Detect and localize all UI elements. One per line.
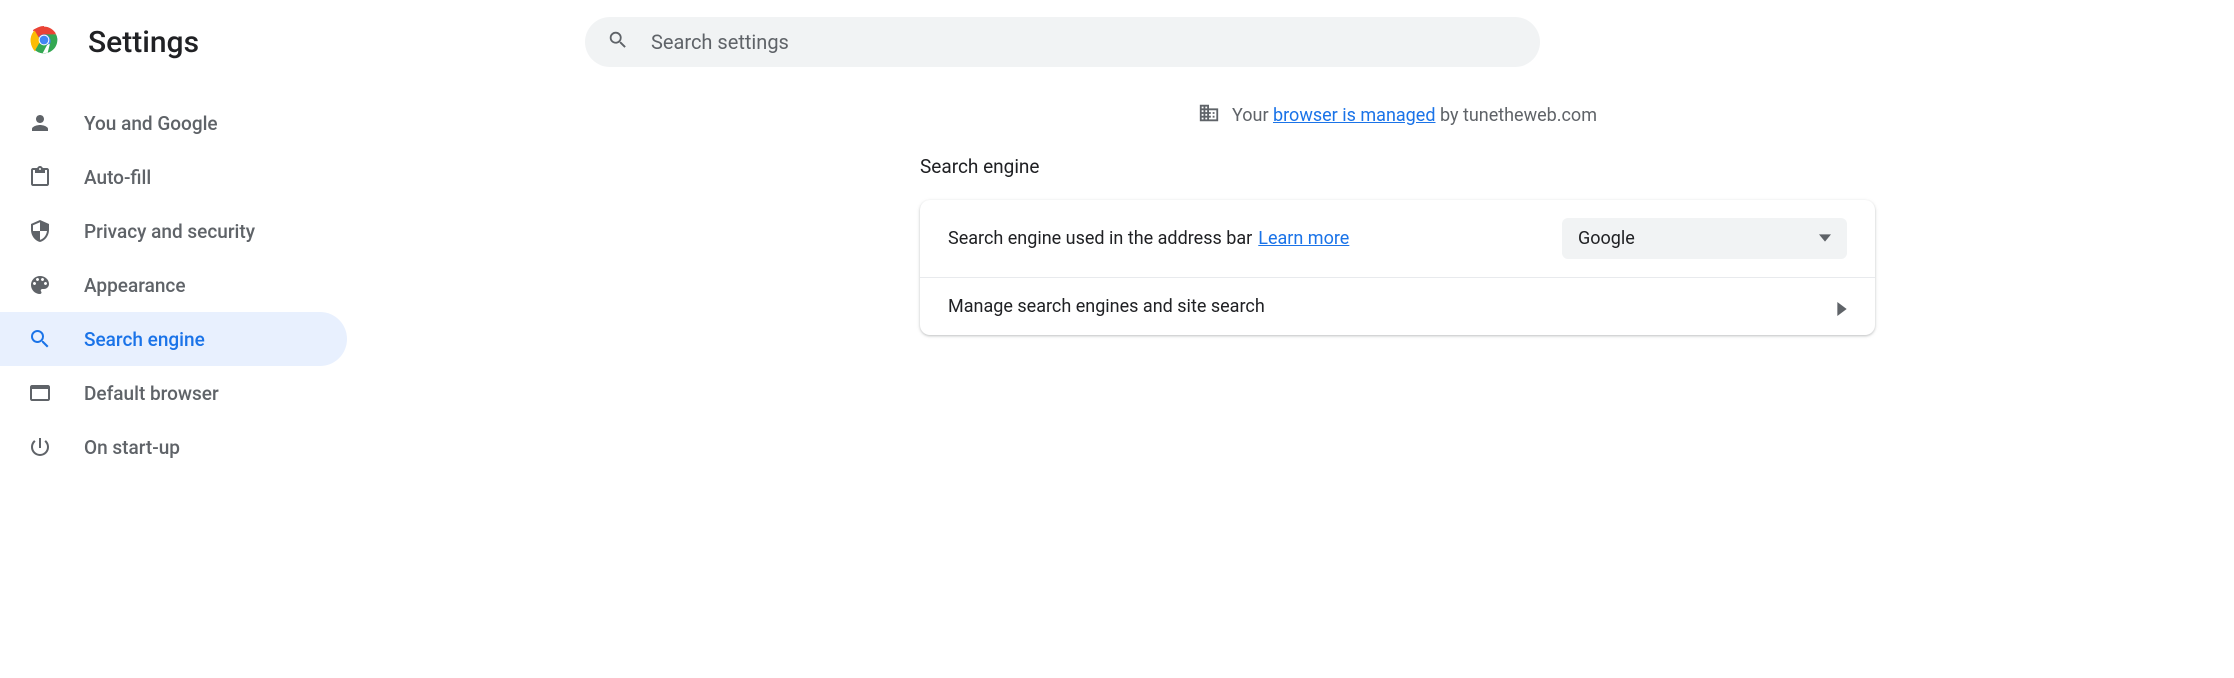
search-engine-card: Search engine used in the address bar Le…: [920, 200, 1875, 335]
sidebar-item-label: You and Google: [84, 112, 218, 135]
sidebar-item-label: Search engine: [84, 328, 205, 351]
chevron-right-icon: [1837, 300, 1847, 314]
shield-icon: [28, 219, 52, 243]
managed-text: Your browser is managed by tunetheweb.co…: [1232, 105, 1597, 126]
dropdown-value: Google: [1578, 228, 1635, 249]
learn-more-link[interactable]: Learn more: [1258, 228, 1349, 249]
sidebar-item-label: Default browser: [84, 382, 219, 405]
sidebar-item-label: On start-up: [84, 436, 180, 459]
manage-search-engines-row[interactable]: Manage search engines and site search: [920, 278, 1875, 335]
sidebar-item-appearance[interactable]: Appearance: [0, 258, 347, 312]
sidebar-item-label: Appearance: [84, 274, 186, 297]
settings-header: Settings: [0, 0, 355, 84]
clipboard-icon: [28, 165, 52, 189]
power-icon: [28, 435, 52, 459]
browser-managed-link[interactable]: browser is managed: [1273, 105, 1435, 126]
chrome-logo-icon: [28, 24, 60, 60]
search-icon: [607, 29, 629, 55]
row-label: Manage search engines and site search: [948, 296, 1265, 317]
search-engine-row: Search engine used in the address bar Le…: [920, 200, 1875, 278]
chevron-down-icon: [1819, 228, 1831, 249]
sidebar-item-privacy[interactable]: Privacy and security: [0, 204, 347, 258]
person-icon: [28, 111, 52, 135]
settings-sidebar: You and Google Auto-fill Privacy and sec…: [0, 84, 355, 474]
sidebar-item-you-and-google[interactable]: You and Google: [0, 96, 347, 150]
palette-icon: [28, 273, 52, 297]
managed-banner: Your browser is managed by tunetheweb.co…: [920, 84, 1875, 147]
row-label: Search engine used in the address bar: [948, 228, 1252, 249]
search-icon: [28, 327, 52, 351]
sidebar-item-default-browser[interactable]: Default browser: [0, 366, 347, 420]
sidebar-item-label: Auto-fill: [84, 166, 151, 189]
sidebar-item-autofill[interactable]: Auto-fill: [0, 150, 347, 204]
search-engine-dropdown[interactable]: Google: [1562, 218, 1847, 259]
search-settings-bar[interactable]: [585, 17, 1540, 67]
sidebar-item-label: Privacy and security: [84, 220, 255, 243]
browser-icon: [28, 381, 52, 405]
sidebar-item-on-startup[interactable]: On start-up: [0, 420, 347, 474]
sidebar-item-search-engine[interactable]: Search engine: [0, 312, 347, 366]
search-input[interactable]: [651, 30, 1518, 54]
section-title: Search engine: [920, 155, 1875, 178]
building-icon: [1198, 102, 1220, 129]
page-title: Settings: [88, 25, 199, 60]
